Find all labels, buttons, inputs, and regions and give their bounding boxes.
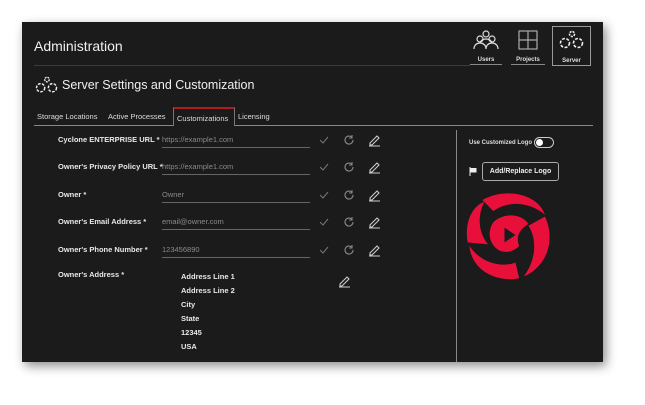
logo-image xyxy=(466,193,550,280)
edit-pencil-icon[interactable] xyxy=(368,188,382,202)
section-title: Server Settings and Customization xyxy=(62,78,255,92)
address-line: City xyxy=(181,300,196,309)
check-icon[interactable] xyxy=(319,190,329,200)
reset-icon[interactable] xyxy=(343,161,355,173)
edit-pencil-icon[interactable] xyxy=(368,160,382,174)
field-label: Cyclone ENTERPRISE URL * xyxy=(58,135,160,144)
users-icon xyxy=(473,30,499,50)
field-input[interactable]: https://example1.com xyxy=(162,134,310,148)
field-input[interactable]: email@owner.com xyxy=(162,216,310,230)
field-input[interactable]: https://example1.com xyxy=(162,161,310,175)
edit-address-pencil-icon[interactable] xyxy=(338,274,352,288)
nav-server[interactable]: Server xyxy=(552,26,591,66)
nav-projects-label: Projects xyxy=(511,57,545,65)
tab-active-processes[interactable]: Active Processes xyxy=(105,107,169,126)
tab-customizations[interactable]: Customizations xyxy=(173,107,235,126)
address-line: State xyxy=(181,314,200,323)
edit-pencil-icon[interactable] xyxy=(368,243,382,257)
use-custom-logo-label: Use Customized Logo xyxy=(469,140,533,146)
edit-pencil-icon[interactable] xyxy=(368,215,382,229)
reset-icon[interactable] xyxy=(343,189,355,201)
field-input[interactable]: 123456890 xyxy=(162,244,310,258)
header-divider xyxy=(34,65,470,66)
use-custom-logo-toggle[interactable] xyxy=(534,137,554,148)
reset-icon[interactable] xyxy=(343,244,355,256)
add-replace-logo-button[interactable]: Add/Replace Logo xyxy=(482,162,559,181)
address-line: 12345 xyxy=(181,328,202,337)
vertical-divider xyxy=(456,130,457,362)
address-line: USA xyxy=(181,342,197,351)
address-line: Address Line 1 xyxy=(181,272,235,281)
page-title: Administration xyxy=(34,38,123,54)
field-input[interactable]: Owner xyxy=(162,189,310,203)
grid-icon xyxy=(518,30,538,50)
nav-server-label: Server xyxy=(562,58,581,64)
field-label: Owner * xyxy=(58,190,87,199)
reset-icon[interactable] xyxy=(343,134,355,146)
address-label: Owner's Address * xyxy=(58,270,125,279)
edit-pencil-icon[interactable] xyxy=(368,133,382,147)
check-icon[interactable] xyxy=(319,245,329,255)
gears-icon xyxy=(35,76,58,93)
field-label: Owner's Phone Number * xyxy=(58,245,148,254)
admin-window: Administration Users Projects Server Ser… xyxy=(22,22,603,362)
nav-users-label: Users xyxy=(470,57,502,65)
address-line: Address Line 2 xyxy=(181,286,235,295)
field-label: Owner's Email Address * xyxy=(58,217,147,226)
nav-projects[interactable]: Projects xyxy=(511,27,545,65)
gears-icon xyxy=(559,30,583,49)
field-label: Owner's Privacy Policy URL * xyxy=(58,162,163,171)
flag-icon xyxy=(469,167,477,176)
tab-licensing[interactable]: Licensing xyxy=(235,107,273,126)
check-icon[interactable] xyxy=(319,162,329,172)
check-icon[interactable] xyxy=(319,135,329,145)
nav-users[interactable]: Users xyxy=(470,27,502,65)
tab-storage-locations[interactable]: Storage Locations xyxy=(34,107,100,126)
check-icon[interactable] xyxy=(319,217,329,227)
reset-icon[interactable] xyxy=(343,216,355,228)
logo-mark xyxy=(466,193,550,280)
